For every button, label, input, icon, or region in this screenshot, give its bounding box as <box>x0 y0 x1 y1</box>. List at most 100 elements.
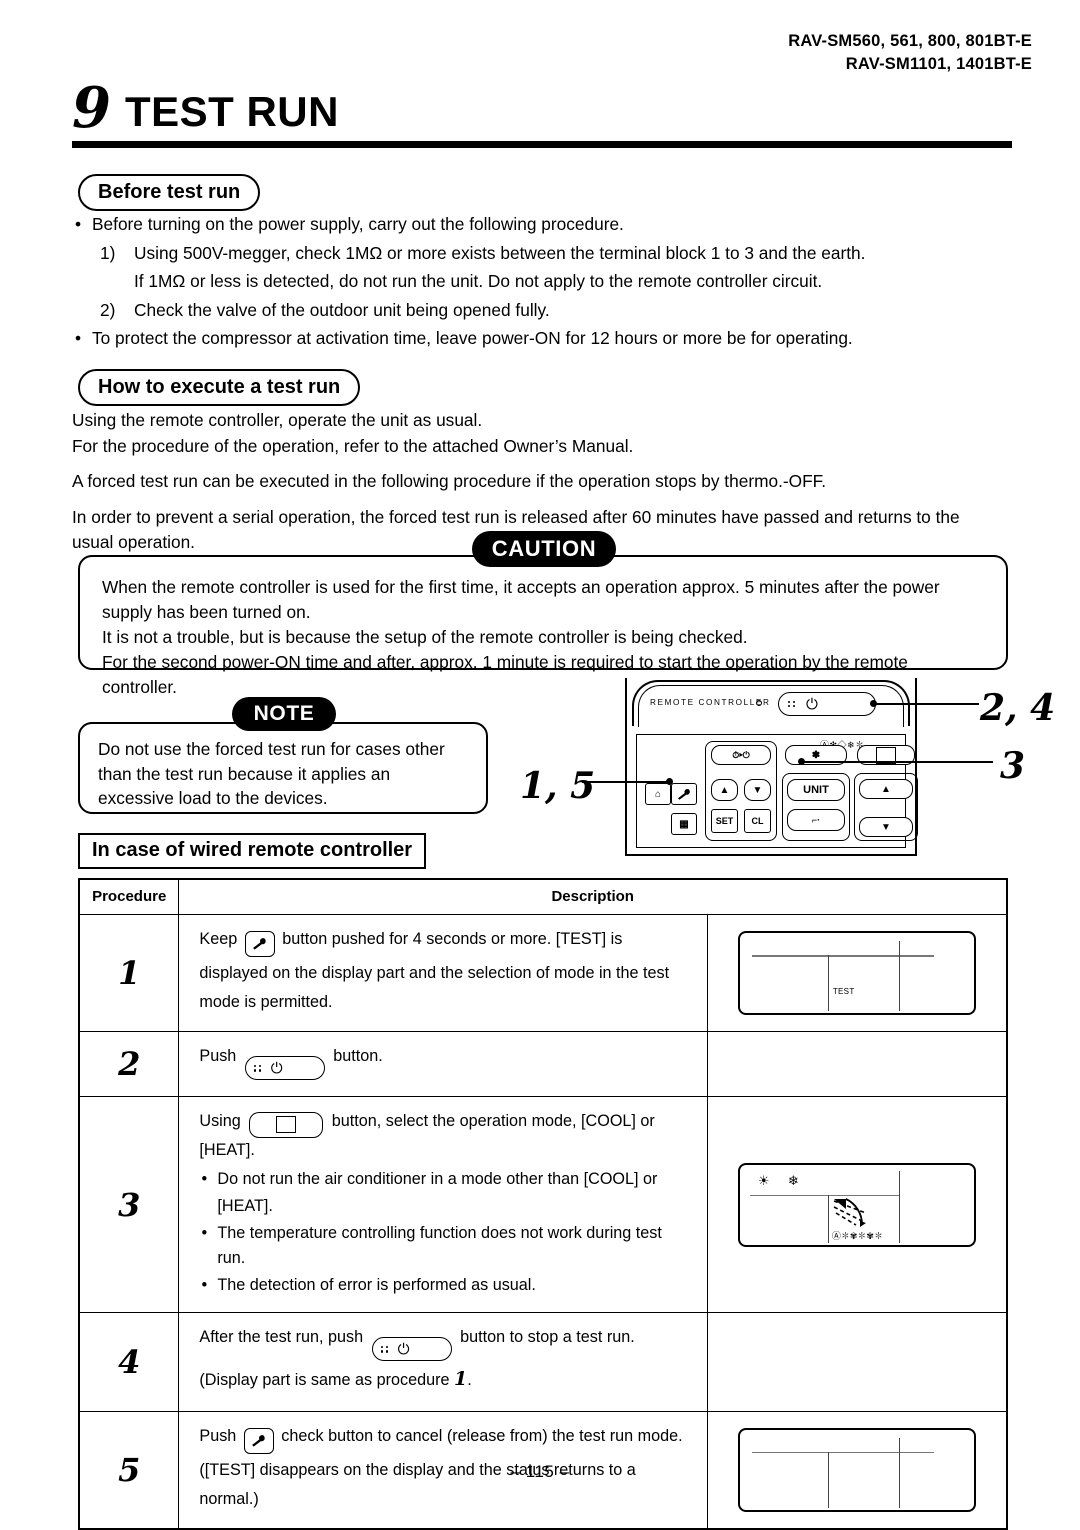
callout-dot-left <box>666 778 673 785</box>
schedule-button[interactable]: ▦ <box>671 813 697 835</box>
louver-swing-icon <box>833 1197 867 1227</box>
lcd-display-test: TEST <box>737 931 976 1016</box>
temperature-up-button[interactable]: ▲ <box>859 779 913 799</box>
desc-text: Push <box>199 1047 237 1066</box>
desc-text: (Display part is same as procedure <box>199 1371 450 1390</box>
timer-down-button[interactable]: ▼ <box>744 779 771 801</box>
check-button-icon <box>244 931 275 957</box>
howto-line-3: A forced test run can be executed in the… <box>72 471 827 492</box>
desc-text: The temperature controlling function doe… <box>217 1224 662 1268</box>
bullet-dot-icon: • <box>201 1224 208 1243</box>
numbered-item-2: 2) Check the valve of the outdoor unit b… <box>100 298 1022 324</box>
desc-text: Do not run the air conditioner in a mode… <box>217 1169 658 1188</box>
check-button-icon <box>243 1427 274 1454</box>
check-button[interactable] <box>671 783 697 805</box>
desc-text: . <box>467 1371 472 1390</box>
model-line-2: RAV-SM1101, 1401BT-E <box>845 55 1032 74</box>
numbered-item-1: 1) Using 500V-megger, check 1MΩ or more … <box>100 241 1022 267</box>
mode-document-icon <box>276 1116 297 1134</box>
desc-text: button. <box>333 1047 383 1066</box>
timer-onoff-button[interactable]: ⏱▸⏻ <box>711 745 771 765</box>
desc-bullet-cont: [HEAT]. <box>199 1194 692 1219</box>
display-illustration-cell-empty <box>706 1312 1008 1412</box>
callout-label-1-5: 1, 5 <box>520 765 596 807</box>
caution-line-2: supply has been turned on. <box>102 602 311 623</box>
bullet-dot-icon: • <box>74 214 82 234</box>
bullet-dot-icon: • <box>74 328 82 349</box>
table-row: 4 After the test run, push ⏻ button to s… <box>78 1312 1008 1412</box>
desc-line: mode is permitted. <box>199 993 333 1012</box>
power-icon: ⏻ <box>806 695 818 713</box>
lcd-divider-2 <box>898 1170 901 1243</box>
callout-label-2-4: 2, 4 <box>980 687 1056 729</box>
desc-bullet: • The temperature controlling function d… <box>199 1221 692 1271</box>
home-button[interactable]: ⌂ <box>645 783 671 805</box>
status-led-icon <box>756 700 762 706</box>
desc-bullet: • The detection of error is performed as… <box>199 1273 692 1298</box>
desc-line: Push ⏻ button. <box>199 1044 692 1081</box>
desc-text: button pushed for 4 seconds or more. [TE… <box>282 930 623 948</box>
model-number-header: RAV-SM560, 561, 800, 801BT-E RAV-SM1101,… <box>788 30 1032 77</box>
callout-leader-left <box>582 781 672 783</box>
lcd-top-rule <box>751 1451 934 1454</box>
note-line-3: excessive load to the devices. <box>98 788 328 809</box>
bullet-item: • To protect the compressor at activatio… <box>72 326 1022 352</box>
remote-controller-label: REMOTE CONTROLLER <box>650 698 771 707</box>
desc-line: After the test run, push ⏻ button to sto… <box>199 1325 692 1362</box>
section-heading-how-to-execute: How to execute a test run <box>78 369 361 406</box>
bullet-dot-icon: • <box>201 1276 208 1295</box>
title-rule <box>72 141 1012 149</box>
howto-line-4: In order to prevent a serial operation, … <box>72 506 960 527</box>
desc-line: Using button, select the operation mode,… <box>199 1109 692 1163</box>
unit-button[interactable]: UNIT <box>787 779 845 801</box>
note-line-1: Do not use the forced test run for cases… <box>98 739 445 759</box>
desc-text: After the test run, push <box>199 1328 364 1347</box>
step-number: 1 <box>78 913 180 1033</box>
desc-line: displayed on the display part and the se… <box>199 964 670 982</box>
item-number: 1) <box>100 242 116 263</box>
desc-text: Using <box>199 1112 241 1131</box>
chapter-number: 9 <box>72 75 111 141</box>
power-icon: ⏻ <box>270 1059 283 1077</box>
desc-line: Push check button to cancel (release fro… <box>199 1424 692 1454</box>
model-line-1: RAV-SM560, 561, 800, 801BT-E <box>788 32 1032 50</box>
bullet-spacer <box>199 1194 209 1219</box>
caution-badge: CAUTION <box>472 531 616 567</box>
desc-text: button to stop a test run. <box>460 1328 635 1347</box>
item-text-cont: If 1MΩ or less is detected, do not run t… <box>134 271 823 292</box>
cool-sun-icon: ☀ <box>757 1172 770 1188</box>
desc-text: Push <box>199 1426 237 1445</box>
start-stop-button-icon: ⏻ <box>371 1337 452 1362</box>
step-description: Using button, select the operation mode,… <box>178 1096 708 1314</box>
item-number-spacer <box>100 269 126 295</box>
bullet-text: To protect the compressor at activation … <box>92 328 853 349</box>
lcd-top-rule <box>751 955 934 957</box>
bullet-dot-icon: • <box>201 1169 208 1188</box>
caution-line-3: It is not a trouble, but is because the … <box>102 627 748 648</box>
clear-button[interactable]: CL <box>744 809 771 833</box>
note-box: Do not use the forced test run for cases… <box>78 722 488 814</box>
page-title: TEST RUN <box>124 88 339 136</box>
callout-label-3: 3 <box>1000 745 1026 787</box>
temperature-down-button[interactable]: ▼ <box>859 817 913 837</box>
start-stop-button[interactable]: ⏻ <box>778 692 876 716</box>
set-button[interactable]: SET <box>711 809 738 833</box>
procedure-table: Procedure Description 1 Keep button push… <box>78 878 1008 1530</box>
chapter-heading: 9 TEST RUN <box>72 75 1012 149</box>
display-illustration-cell-empty <box>706 1031 1008 1098</box>
mode-button-icon <box>249 1111 324 1138</box>
louver-button[interactable]: ⌐· <box>787 809 845 831</box>
heat-snowflake-icon: ❄ <box>787 1172 799 1188</box>
numbered-item-1-continued: If 1MΩ or less is detected, do not run t… <box>100 269 1022 295</box>
operation-dots-icon <box>253 1064 262 1072</box>
step-description: Keep button pushed for 4 seconds or more… <box>178 913 708 1033</box>
timer-up-button[interactable]: ▲ <box>711 779 738 801</box>
column-header-procedure: Procedure <box>78 878 180 915</box>
desc-bullet: • Do not run the air conditioner in a mo… <box>199 1167 692 1192</box>
manual-page: RAV-SM560, 561, 800, 801BT-E RAV-SM1101,… <box>0 0 1080 1530</box>
wrench-icon <box>678 788 690 800</box>
desc-line: normal.) <box>199 1489 259 1508</box>
start-stop-button-icon: ⏻ <box>244 1056 325 1081</box>
table-row: 3 Using button, select the operation mod… <box>78 1096 1008 1314</box>
howto-line-1: Using the remote controller, operate the… <box>72 410 483 430</box>
